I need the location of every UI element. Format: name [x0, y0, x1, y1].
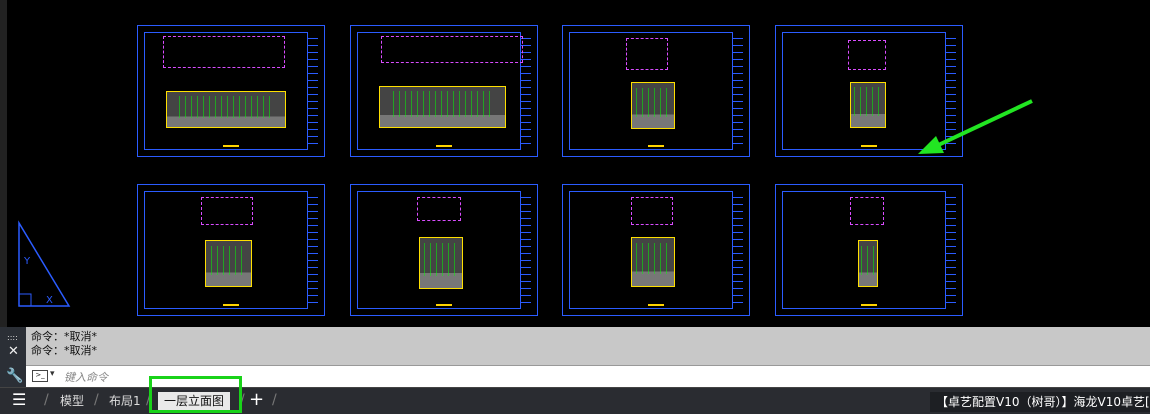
drawing-viewport[interactable]: Y X: [0, 0, 1150, 327]
elevation-drawing: [379, 86, 506, 128]
tab-separator: /: [94, 392, 99, 408]
sheet-stamp: [648, 304, 664, 306]
elevation-drawing: [858, 240, 878, 287]
viewport-edge: [0, 0, 7, 327]
ucs-triangle-icon: Y X: [18, 220, 71, 307]
elevation-drawing: [631, 237, 675, 287]
drawing-sheet-1[interactable]: [137, 25, 325, 157]
command-prompt-icon[interactable]: >_: [32, 370, 48, 382]
command-sidebar: :::: ✕ 🔧: [0, 327, 26, 387]
command-input[interactable]: 键入命令: [64, 369, 108, 385]
history-line: 命令：*取消*: [31, 344, 97, 357]
plus-icon[interactable]: +: [249, 390, 264, 410]
annotation-arrow-icon: [918, 99, 1033, 154]
floor-plan: [381, 36, 523, 63]
floor-plan: [848, 40, 886, 70]
floor-plan: [626, 38, 668, 70]
tab-separator: /: [272, 392, 277, 408]
history-line: 命令：*取消*: [31, 330, 97, 343]
drawing-sheet-8[interactable]: [775, 184, 963, 316]
wrench-icon[interactable]: 🔧: [6, 369, 23, 383]
tab-highlight-box: [149, 376, 242, 413]
tab-layout1[interactable]: 布局1: [109, 394, 141, 408]
elevation-drawing: [205, 240, 252, 287]
sheet-stamp: [861, 304, 877, 306]
elevation-drawing: [166, 91, 286, 128]
floor-plan: [417, 197, 461, 221]
status-text: 【卓艺配置V10（树哥）】海龙V10卓艺[布局]: [930, 392, 1150, 412]
title-block: [732, 32, 743, 150]
elevation-drawing: [850, 82, 886, 128]
grip-icon[interactable]: ::::: [7, 334, 18, 342]
title-block: [520, 191, 531, 309]
drawing-sheet-2[interactable]: [350, 25, 538, 157]
close-icon[interactable]: ✕: [8, 345, 19, 358]
sheet-stamp: [223, 145, 239, 147]
title-block: [307, 32, 318, 150]
title-block: [732, 191, 743, 309]
elevation-drawing: [631, 82, 675, 129]
drawing-sheet-3[interactable]: [562, 25, 750, 157]
hamburger-icon[interactable]: ☰: [12, 391, 26, 409]
command-history: 命令：*取消* 命令：*取消*: [31, 330, 97, 358]
drawing-sheet-6[interactable]: [350, 184, 538, 316]
drawing-sheet-5[interactable]: [137, 184, 325, 316]
sheet-stamp: [436, 304, 452, 306]
tab-model[interactable]: 模型: [60, 394, 84, 408]
drawing-sheet-7[interactable]: [562, 184, 750, 316]
sheet-stamp: [648, 145, 664, 147]
floor-plan: [163, 36, 285, 68]
sheet-stamp: [436, 145, 452, 147]
floor-plan: [201, 197, 253, 225]
tab-separator: /: [44, 392, 49, 408]
elevation-drawing: [419, 237, 463, 289]
title-block: [307, 191, 318, 309]
svg-text:X: X: [46, 295, 53, 306]
svg-text:Y: Y: [23, 256, 31, 267]
floor-plan: [850, 197, 884, 225]
title-block: [945, 191, 956, 309]
chevron-down-icon[interactable]: ▾: [50, 369, 55, 379]
sheet-stamp: [223, 304, 239, 306]
floor-plan: [631, 197, 673, 225]
sheet-stamp: [861, 145, 877, 147]
